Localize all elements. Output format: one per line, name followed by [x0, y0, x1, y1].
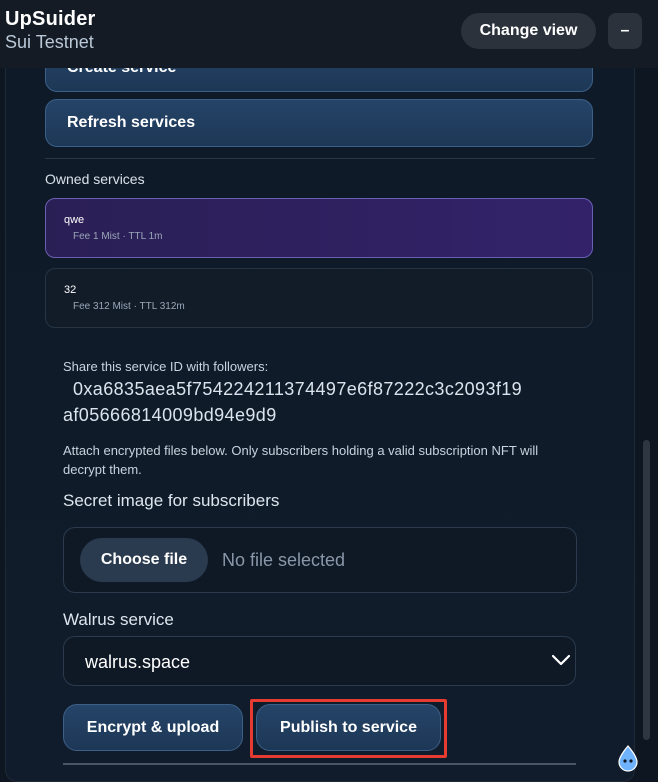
- scrollbar[interactable]: [643, 440, 650, 740]
- attach-note: Attach encrypted files below. Only subsc…: [63, 443, 539, 477]
- encrypt-upload-button[interactable]: Encrypt & upload: [63, 704, 243, 751]
- service-id: 0xa6835aea5f754224211374497e6f87222c3c20…: [63, 376, 583, 428]
- network-label: Sui Testnet: [5, 32, 94, 52]
- choose-file-button[interactable]: Choose file: [80, 538, 208, 582]
- bottom-divider: [63, 763, 576, 765]
- owned-services-label: Owned services: [45, 171, 145, 187]
- service-card-qwe[interactable]: qwe Fee 1 Mist · TTL 1m: [45, 198, 593, 258]
- share-id-label: Share this service ID with followers:: [63, 359, 269, 374]
- walrus-service-label: Walrus service: [63, 610, 174, 629]
- file-input[interactable]: Choose file No file selected: [63, 527, 577, 593]
- walrus-service-select[interactable]: walrus.space: [63, 636, 576, 686]
- service-name: qwe: [64, 214, 85, 226]
- secret-image-label: Secret image for subscribers: [63, 491, 280, 510]
- divider: [45, 158, 595, 159]
- service-meta: Fee 312 Mist · TTL 312m: [73, 301, 185, 312]
- highlight-box: [250, 699, 447, 758]
- walrus-service-value: walrus.space: [85, 652, 191, 672]
- droplet-assistant-icon[interactable]: [614, 744, 642, 772]
- service-id-line1: 0xa6835aea5f754224211374497e6f87222c3c20…: [73, 379, 523, 399]
- no-file-text: No file selected: [222, 550, 346, 570]
- minimize-button[interactable]: –: [608, 13, 642, 49]
- service-meta: Fee 1 Mist · TTL 1m: [73, 231, 163, 242]
- app-name: UpSuider: [5, 8, 96, 30]
- chevron-down-icon: [551, 654, 571, 666]
- service-name: 32: [64, 284, 77, 296]
- service-id-line2: af05666814009bd94e9d9: [63, 405, 277, 425]
- change-view-button[interactable]: Change view: [461, 13, 596, 49]
- refresh-services-button[interactable]: Refresh services: [45, 99, 593, 147]
- app-header: UpSuider Sui Testnet Change view –: [0, 0, 658, 68]
- service-card-32[interactable]: 32 Fee 312 Mist · TTL 312m: [45, 268, 593, 328]
